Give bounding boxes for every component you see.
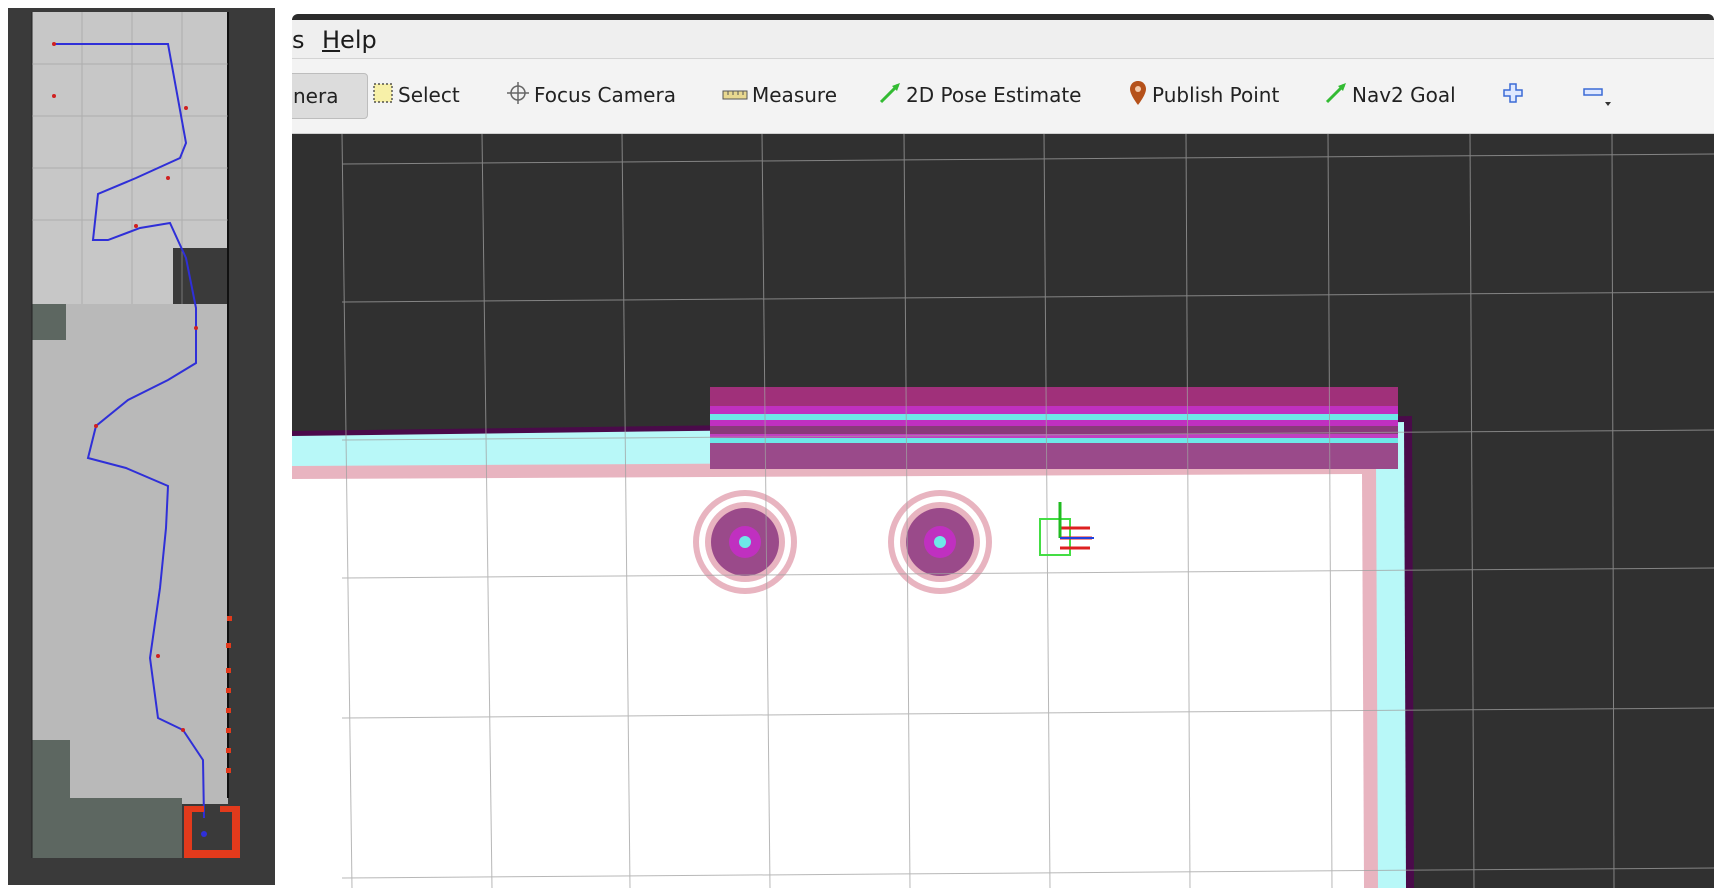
tool-label: Publish Point — [1152, 83, 1280, 107]
menu-bar: s Help — [292, 20, 1714, 59]
obstacle-cost-ring — [888, 490, 992, 594]
map-unknown-block — [32, 304, 66, 340]
menu-item-help[interactable]: Help — [322, 26, 377, 54]
free-space — [292, 474, 1364, 888]
slam-map-overview — [8, 8, 275, 885]
plus-icon — [1502, 82, 1524, 109]
nav2-goal-tool[interactable]: Nav2 Goal — [1324, 73, 1456, 117]
interact-camera-tool[interactable]: nera — [292, 73, 368, 119]
tool-label: Focus Camera — [534, 83, 676, 107]
add-tool-button[interactable] — [1502, 73, 1528, 117]
map-unknown-block — [32, 798, 182, 858]
green-arrow-icon — [878, 81, 902, 110]
obstacle-cost-ring — [693, 490, 797, 594]
tool-label: Nav2 Goal — [1352, 83, 1456, 107]
green-arrow-icon — [1324, 81, 1348, 110]
3d-viewport[interactable] — [292, 134, 1714, 888]
rviz-window: s Help nera Select Focus Camera Measure — [292, 14, 1714, 888]
select-tool[interactable]: Select — [372, 73, 460, 117]
left-map-panel — [8, 8, 275, 885]
publish-point-tool[interactable]: Publish Point — [1128, 73, 1279, 117]
tool-bar: nera Select Focus Camera Measure 2D Pose — [292, 59, 1714, 134]
tool-label: nera — [293, 84, 339, 108]
tool-label: 2D Pose Estimate — [906, 83, 1082, 107]
minus-icon — [1582, 78, 1612, 113]
costmap-render — [292, 134, 1714, 888]
pose-estimate-tool[interactable]: 2D Pose Estimate — [878, 73, 1082, 117]
crosshair-icon — [506, 81, 530, 110]
measure-tool[interactable]: Measure — [722, 73, 837, 117]
tool-label: Measure — [752, 83, 837, 107]
map-free-area-lower — [32, 304, 228, 804]
ruler-icon — [722, 83, 748, 107]
menu-item-tools[interactable]: s — [292, 26, 305, 54]
focus-camera-tool[interactable]: Focus Camera — [506, 73, 676, 117]
map-pin-icon — [1128, 80, 1148, 111]
select-box-icon — [372, 82, 394, 109]
remove-tool-button[interactable] — [1582, 73, 1616, 117]
tool-label: Select — [398, 83, 460, 107]
